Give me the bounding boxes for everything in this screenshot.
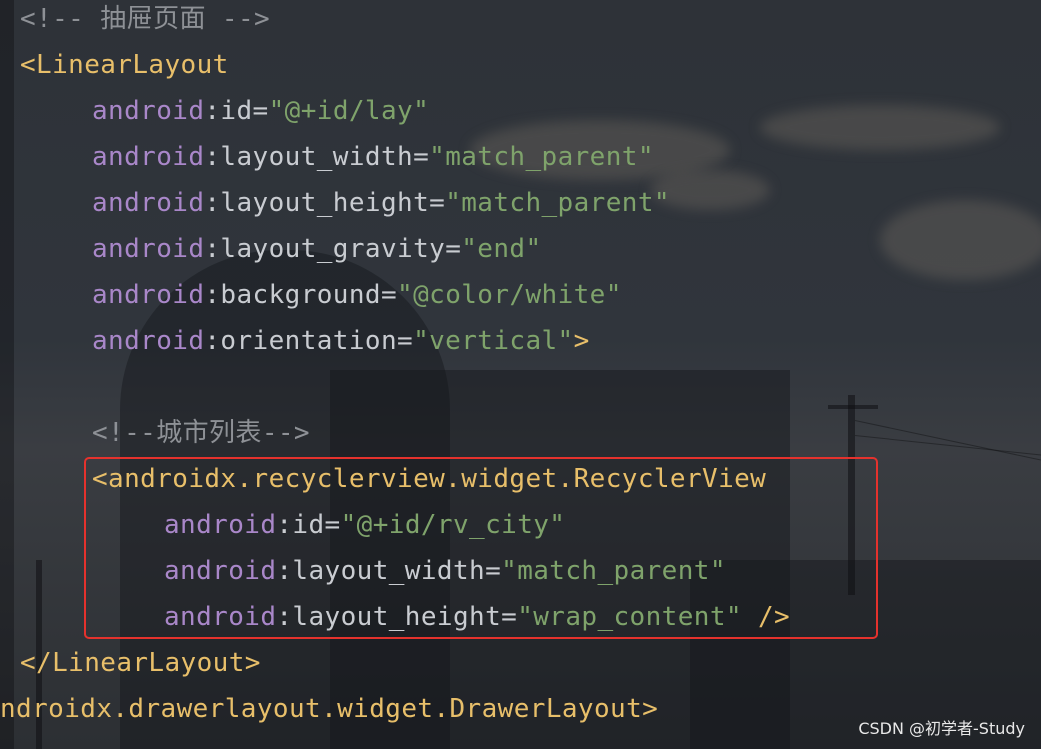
code-line: <!--城市列表--> [92,410,310,456]
code-token: android [92,96,205,126]
code-line: android:layout_width="match_parent" [92,134,654,180]
code-token: "@+id/lay" [268,96,430,126]
code-token: "end" [461,234,542,264]
code-line: <!-- 抽屉页面 --> [20,0,270,42]
code-token: = [380,280,398,310]
code-token: = [413,142,430,172]
code-token: android [92,234,205,264]
code-token: <!-- 抽屉页面 --> [20,4,271,34]
code-token: "@color/white" [397,280,622,310]
code-line: ndroidx.drawerlayout.widget.DrawerLayout… [0,686,658,732]
code-token: = [429,188,446,218]
code-token: = [252,96,269,126]
code-token: :layout_gravity [204,234,446,264]
code-token: android [92,280,205,310]
code-token: :layout_width [204,142,414,172]
code-token: :id [204,96,253,126]
code-token: :background [204,280,381,310]
code-token: android [92,142,205,172]
code-token: :layout_height [204,188,430,218]
code-token: android [92,188,205,218]
code-line: android:background="@color/white" [92,272,622,318]
code-token: <LinearLayout [20,50,229,80]
code-line: android:layout_gravity="end" [92,226,542,272]
code-token: <!--城市列表--> [92,418,310,448]
code-token: "vertical" [413,326,574,356]
code-token: = [445,234,462,264]
code-line: <LinearLayout [20,42,229,88]
code-line: android:orientation="vertical"> [92,318,590,364]
code-token: > [573,326,590,356]
highlight-box-recyclerview [84,457,878,639]
code-token: </LinearLayout> [20,648,261,678]
watermark-text: CSDN @初学者-Study [858,719,1025,738]
code-token: "match_parent" [445,188,670,218]
code-line: </LinearLayout> [20,640,261,686]
code-token: = [397,326,414,356]
code-token: ndroidx.drawerlayout.widget.DrawerLayout… [0,694,659,724]
code-token: "match_parent" [429,142,654,172]
code-token: :orientation [204,326,398,356]
code-line: android:id="@+id/lay" [92,88,429,134]
code-token: android [92,326,205,356]
code-line: android:layout_height="match_parent" [92,180,670,226]
